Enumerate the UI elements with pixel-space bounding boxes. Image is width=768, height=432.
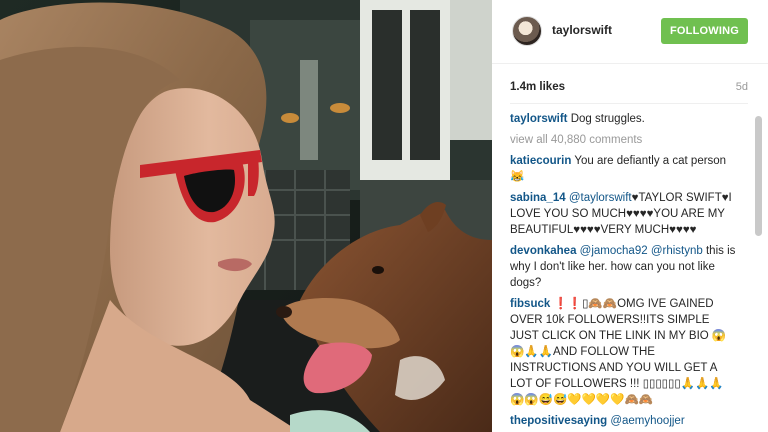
likes-row: 1.4m likes 5d — [510, 81, 750, 93]
comments-scrollbar[interactable] — [755, 112, 762, 432]
comment-item: devonkahea @jamocha92 @rhistynb this is … — [510, 243, 736, 291]
post-header: taylorswift FOLLOWING — [492, 0, 768, 64]
post-age[interactable]: 5d — [736, 81, 748, 93]
avatar[interactable] — [512, 16, 542, 46]
comment-text: ❗❗▯🙈🙈OMG IVE GAINED OVER 10k FOLLOWERS!!… — [510, 298, 727, 406]
post-photo[interactable] — [0, 0, 492, 432]
comment-username[interactable]: thepositivesaying — [510, 415, 607, 427]
comment-username[interactable]: katiecourin — [510, 155, 571, 167]
mention-link[interactable]: @taylorswift — [566, 192, 632, 204]
caption-text: Dog struggles. — [567, 113, 645, 125]
view-all-comments-link[interactable]: view all 40,880 comments — [510, 132, 736, 148]
comment-username[interactable]: fibsuck — [510, 298, 550, 310]
caption-username[interactable]: taylorswift — [510, 113, 568, 125]
caption: taylorswift Dog struggles. — [510, 111, 736, 127]
comment-item: thepositivesaying @aemyhoojjer — [510, 413, 736, 429]
comment-item: fibsuck ❗❗▯🙈🙈OMG IVE GAINED OVER 10k FOL… — [510, 296, 736, 408]
comment-item: katiecourin You are defiantly a cat pers… — [510, 153, 736, 185]
post-sidebar: taylorswift FOLLOWING 1.4m likes 5d tayl… — [492, 0, 768, 432]
like-count[interactable]: 1.4m likes — [510, 81, 565, 93]
mention-link[interactable]: @rhistynb — [651, 245, 703, 257]
mention-link[interactable]: @jamocha92 — [576, 245, 648, 257]
comment-list: taylorswift Dog struggles. view all 40,8… — [510, 111, 736, 432]
following-button[interactable]: FOLLOWING — [661, 18, 748, 44]
comment-item: sabina_14 @taylorswift♥TAYLOR SWIFT♥I LO… — [510, 190, 736, 238]
comment-username[interactable]: sabina_14 — [510, 192, 566, 204]
divider — [510, 103, 748, 104]
comment-username[interactable]: devonkahea — [510, 245, 576, 257]
post-username[interactable]: taylorswift — [552, 23, 612, 37]
scrollbar-thumb[interactable] — [755, 116, 762, 236]
mention-link[interactable]: @aemyhoojjer — [607, 415, 684, 427]
selfie-with-dog-image — [0, 0, 492, 432]
